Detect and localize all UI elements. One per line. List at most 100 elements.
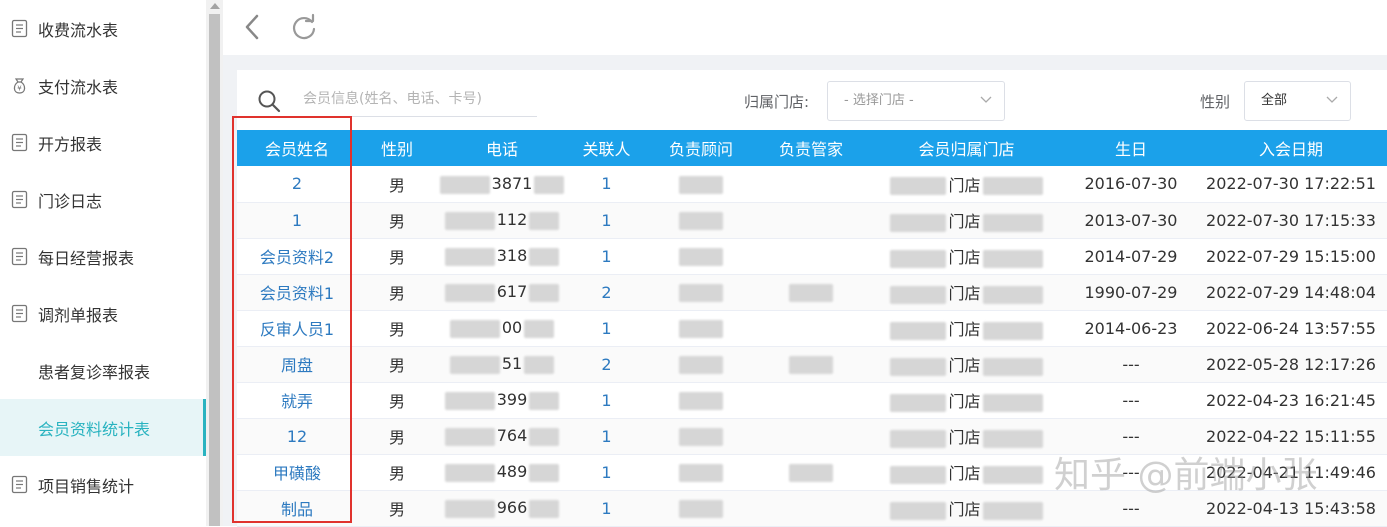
column-header[interactable]: 会员归属门店 [866, 130, 1067, 166]
phone-cell: 764 [437, 418, 567, 455]
sidebar-item[interactable]: 开方报表 [0, 114, 206, 171]
member-name-cell-value[interactable]: 12 [287, 427, 307, 446]
join-date-cell-value: 2022-07-30 17:15:33 [1206, 210, 1376, 230]
column-header[interactable]: 入会日期 [1195, 130, 1387, 166]
member-name-cell[interactable]: 2 [237, 166, 357, 203]
linked-count-cell-value[interactable]: 1 [601, 319, 611, 338]
redacted-block [529, 499, 560, 518]
sidebar-item[interactable]: ¥ 支付流水表 [0, 57, 206, 114]
birthday-cell-value: --- [1122, 498, 1140, 518]
sidebar-item[interactable]: 每日经营报表 [0, 228, 206, 285]
member-search-input[interactable] [303, 86, 533, 112]
table-row[interactable]: 2 男 3871 1 门店 2016-07-30 2022-07-30 17:22:51 [237, 166, 1387, 203]
member-name-cell[interactable]: 1 [237, 202, 357, 239]
redacted-block [890, 321, 947, 340]
member-name-cell-value[interactable]: 会员资料2 [260, 248, 334, 267]
linked-count-cell[interactable]: 2 [567, 274, 646, 311]
member-name-cell[interactable]: 周盘 [237, 346, 357, 383]
linked-count-cell-value[interactable]: 2 [601, 355, 611, 374]
linked-count-cell-value[interactable]: 1 [601, 427, 611, 446]
birthday-cell-value: --- [1122, 390, 1140, 410]
search-icon[interactable] [257, 89, 281, 113]
member-name-cell-value[interactable]: 2 [292, 174, 302, 193]
redacted-block [529, 463, 560, 482]
member-name-cell-value[interactable]: 1 [292, 211, 302, 230]
member-name-cell[interactable]: 甲磺酸 [237, 454, 357, 491]
column-header[interactable]: 会员姓名 [237, 130, 357, 166]
member-name-cell-value[interactable]: 周盘 [281, 356, 313, 375]
column-header[interactable]: 性别 [357, 130, 437, 166]
member-name-cell[interactable]: 就弄 [237, 382, 357, 419]
linked-count-cell[interactable]: 1 [567, 418, 646, 455]
sidebar-item[interactable]: 患者复诊率报表 [0, 342, 206, 399]
member-name-cell-value[interactable]: 制品 [281, 500, 313, 519]
table-row[interactable]: 12 男 764 1 门店 --- 2022-04-22 15:11:55 [237, 418, 1387, 455]
gender-select[interactable]: 全部 [1244, 81, 1351, 121]
refresh-icon[interactable] [289, 12, 319, 42]
join-date-cell: 2022-07-30 17:15:33 [1195, 202, 1387, 239]
store-cell-value: 门店 [948, 284, 981, 303]
linked-count-cell[interactable]: 1 [567, 454, 646, 491]
linked-count-cell[interactable]: 1 [567, 202, 646, 239]
table-row[interactable]: 1 男 112 1 门店 2013-07-30 2022-07-30 17:15:33 [237, 202, 1387, 239]
store-select[interactable]: - 选择门店 - [827, 81, 1005, 121]
member-name-cell-value[interactable]: 会员资料1 [260, 284, 334, 303]
redacted-block [982, 501, 1043, 520]
member-name-cell[interactable]: 会员资料2 [237, 238, 357, 275]
linked-count-cell[interactable]: 1 [567, 310, 646, 347]
table-row[interactable]: 制品 男 966 1 门店 --- 2022-04-13 15:43:58 [237, 490, 1387, 527]
sidebar-item-label: 会员资料统计表 [38, 419, 151, 439]
linked-count-cell[interactable]: 1 [567, 382, 646, 419]
redacted-block [444, 427, 495, 446]
member-name-cell-value[interactable]: 甲磺酸 [273, 464, 321, 483]
column-header[interactable]: 电话 [437, 130, 567, 166]
phone-cell: 51 [437, 346, 567, 383]
table-row[interactable]: 就弄 男 399 1 门店 --- 2022-04-23 16:21:45 [237, 382, 1387, 419]
linked-count-cell-value[interactable]: 1 [601, 391, 611, 410]
linked-count-cell-value[interactable]: 1 [601, 499, 611, 518]
linked-count-cell[interactable]: 1 [567, 490, 646, 527]
redacted-block [529, 211, 560, 230]
sidebar-item[interactable]: 会员资料统计表 [0, 399, 206, 456]
redacted-block [444, 463, 495, 482]
redacted-block [679, 175, 723, 194]
member-name-cell[interactable]: 制品 [237, 490, 357, 527]
table-row[interactable]: 会员资料1 男 617 2 门店 1990-07-29 2022-07-29 14:48:0… [237, 274, 1387, 311]
member-name-cell[interactable]: 12 [237, 418, 357, 455]
gender-cell: 男 [357, 346, 437, 383]
member-name-cell[interactable]: 反审人员1 [237, 310, 357, 347]
phone-cell: 966 [437, 490, 567, 527]
column-header[interactable]: 负责顾问 [646, 130, 756, 166]
scroll-up-icon[interactable] [210, 3, 220, 9]
sidebar-item[interactable]: 项目销售统计 [0, 456, 206, 513]
linked-count-cell-value[interactable]: 1 [601, 463, 611, 482]
report-icon [9, 190, 29, 210]
table-row[interactable]: 甲磺酸 男 489 1 门店 --- 2022-04-21 11:49:46 [237, 454, 1387, 491]
linked-count-cell-value[interactable]: 1 [601, 174, 611, 193]
linked-count-cell[interactable]: 1 [567, 238, 646, 275]
sidebar-scrollbar[interactable] [206, 0, 223, 526]
sidebar-item[interactable]: 调剂单报表 [0, 285, 206, 342]
column-header[interactable]: 生日 [1067, 130, 1195, 166]
linked-count-cell[interactable]: 1 [567, 166, 646, 203]
chevron-left-icon[interactable] [238, 12, 268, 42]
linked-count-cell[interactable]: 2 [567, 346, 646, 383]
table-row[interactable]: 会员资料2 男 318 1 门店 2014-07-29 2022-07-29 15:15:0… [237, 238, 1387, 275]
phone-cell-value: 764 [496, 426, 528, 446]
member-name-cell-value[interactable]: 就弄 [281, 392, 313, 411]
scrollbar-thumb[interactable] [209, 14, 220, 526]
join-date-cell: 2022-04-23 16:21:45 [1195, 382, 1387, 419]
column-header[interactable]: 负责管家 [756, 130, 866, 166]
sidebar-item[interactable]: 门诊日志 [0, 171, 206, 228]
linked-count-cell-value[interactable]: 2 [601, 283, 611, 302]
table-row[interactable]: 周盘 男 51 2 门店 --- 2022-05-28 12:17:26 [237, 346, 1387, 383]
linked-count-cell-value[interactable]: 1 [601, 247, 611, 266]
table-row[interactable]: 反审人员1 男 00 1 门店 2014-06-23 2022-06-24 13:57:55 [237, 310, 1387, 347]
member-name-cell-value[interactable]: 反审人员1 [260, 320, 334, 339]
sidebar-item[interactable]: 收费流水表 [0, 0, 206, 57]
butler-cell [756, 418, 866, 455]
linked-count-cell-value[interactable]: 1 [601, 211, 611, 230]
column-header[interactable]: 关联人 [567, 130, 646, 166]
birthday-cell-value: --- [1122, 426, 1140, 446]
member-name-cell[interactable]: 会员资料1 [237, 274, 357, 311]
